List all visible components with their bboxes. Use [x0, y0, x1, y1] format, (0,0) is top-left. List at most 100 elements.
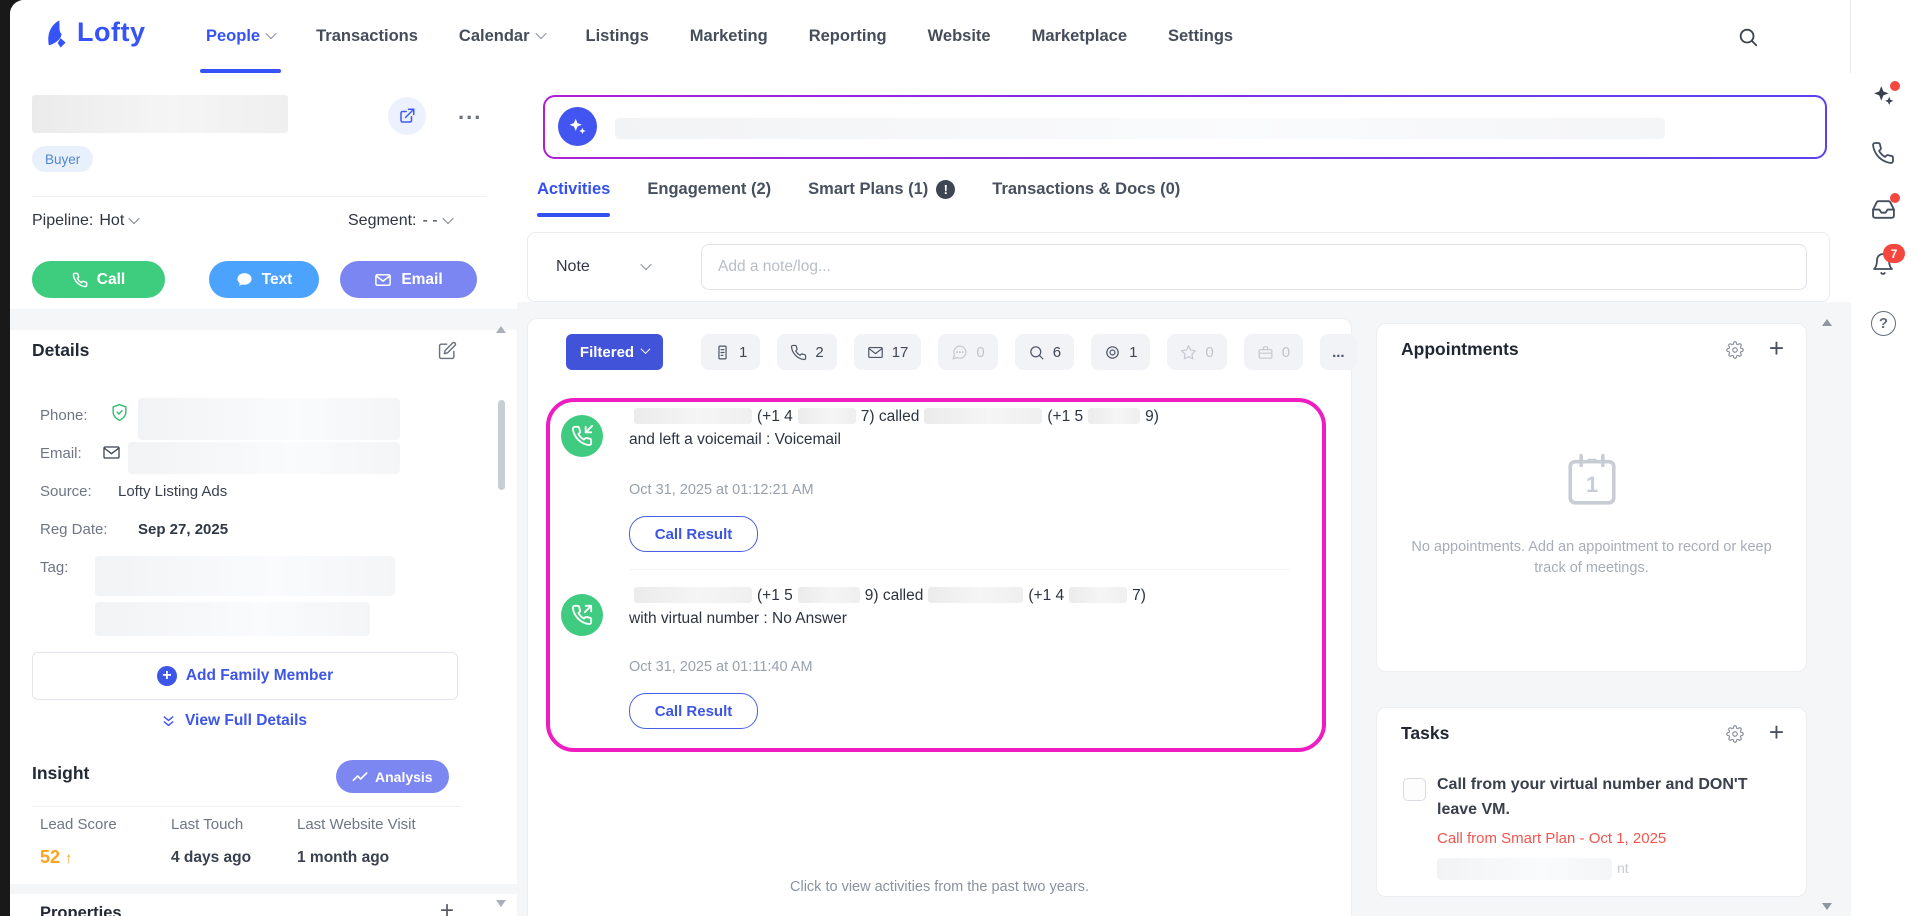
share-contact-button[interactable] [388, 97, 426, 135]
nav-item-calendar[interactable]: Calendar [459, 0, 545, 73]
source-label: Source: [40, 483, 92, 500]
filter-chip-showings[interactable]: 0 [1244, 334, 1303, 370]
filter-chip-favorites[interactable]: 0 [1167, 334, 1226, 370]
email-value-redacted [128, 442, 400, 474]
nav-item-marketplace[interactable]: Marketplace [1032, 0, 1127, 73]
nav-item-transactions[interactable]: Transactions [316, 0, 418, 73]
gear-icon[interactable] [1726, 341, 1744, 359]
note-icon [714, 344, 731, 361]
caller-name-redacted [634, 587, 752, 603]
svg-text:1: 1 [1586, 472, 1598, 497]
source-value: Lofty Listing Ads [118, 483, 227, 500]
ai-assistant-input[interactable] [543, 95, 1827, 159]
filter-chip-website-views[interactable]: 1 [1091, 334, 1150, 370]
help-icon[interactable]: ? [1871, 311, 1896, 336]
segment-selector[interactable]: Segment: - - [348, 212, 452, 230]
plus-icon: + [157, 666, 177, 686]
appointments-title: Appointments [1401, 339, 1519, 360]
task-text: Call from your virtual number and DON'T … [1437, 772, 1787, 822]
view-full-details-link[interactable]: View Full Details [160, 712, 307, 730]
gear-icon[interactable] [1726, 725, 1744, 743]
task-assignee-fragment: nt [1617, 860, 1629, 876]
phone-digits-redacted [1088, 408, 1140, 424]
scrollbar-down-arrow[interactable] [496, 900, 506, 907]
add-appointment-button[interactable]: + [1769, 335, 1784, 361]
activity-filter-chips: 1 2 17 0 6 [701, 334, 1357, 370]
scrollbar-up-arrow[interactable] [496, 326, 506, 333]
call-result-button[interactable]: Call Result [629, 516, 758, 552]
lofty-logo[interactable]: Lofty [40, 17, 145, 48]
scrollbar-down-arrow[interactable] [1822, 903, 1832, 910]
filter-chip-messages[interactable]: 0 [938, 334, 997, 370]
contact-more-button[interactable]: ... [458, 99, 482, 125]
filter-chip-more[interactable]: ... [1320, 334, 1357, 370]
add-property-button[interactable]: + [440, 897, 454, 916]
insight-title: Insight [32, 763, 89, 784]
phone-value-redacted [138, 398, 400, 440]
last-website-visit-label: Last Website Visit [297, 816, 416, 833]
nav-item-reporting[interactable]: Reporting [809, 0, 887, 73]
lofty-logo-text: Lofty [77, 17, 145, 48]
filter-chip-emails[interactable]: 17 [854, 334, 922, 370]
scrollbar-up-arrow[interactable] [1822, 319, 1832, 326]
load-more-activities-hint[interactable]: Click to view activities from the past t… [528, 879, 1351, 895]
divider [32, 806, 461, 807]
chevron-down-icon [640, 258, 651, 269]
tab-smart-plans[interactable]: Smart Plans (1)! [808, 180, 955, 217]
envelope-icon [374, 271, 392, 289]
note-type-select[interactable]: Note [556, 233, 650, 301]
divider [629, 569, 1289, 570]
note-input[interactable] [701, 244, 1807, 290]
tab-engagement[interactable]: Engagement (2) [647, 180, 771, 217]
appointments-empty-text: No appointments. Add an appointment to r… [1405, 537, 1778, 579]
search-icon[interactable] [1737, 26, 1759, 48]
filtered-button[interactable]: Filtered [566, 334, 663, 370]
dialer-phone-icon[interactable] [1871, 141, 1897, 167]
nav-item-website[interactable]: Website [928, 0, 991, 73]
nav-item-listings[interactable]: Listings [586, 0, 649, 73]
tab-transactions-docs[interactable]: Transactions & Docs (0) [992, 180, 1180, 217]
envelope-icon [102, 443, 121, 462]
pipeline-selector[interactable]: Pipeline: Hot [32, 212, 138, 230]
ai-assistant-input-inner [545, 97, 1825, 157]
lofty-logo-icon [40, 18, 70, 48]
filter-chip-searches[interactable]: 6 [1015, 334, 1074, 370]
add-task-button[interactable]: + [1769, 719, 1784, 745]
reg-date-label: Reg Date: [40, 521, 108, 538]
call-button[interactable]: Call [32, 261, 165, 298]
email-label: Email: [40, 445, 82, 462]
tasks-card: Tasks + Call from your virtual number an… [1376, 707, 1807, 897]
tab-activities[interactable]: Activities [537, 180, 610, 217]
inbox-icon[interactable] [1871, 197, 1897, 223]
filter-chip-calls[interactable]: 2 [777, 334, 836, 370]
contact-type-badge: Buyer [32, 146, 93, 172]
nav-item-marketing[interactable]: Marketing [690, 0, 768, 73]
filter-chip-notes[interactable]: 1 [701, 334, 760, 370]
chat-bubble-icon [951, 344, 968, 361]
nav-item-settings[interactable]: Settings [1168, 0, 1233, 73]
text-button[interactable]: Text [209, 261, 319, 298]
tag-value-redacted [95, 556, 395, 596]
scrollbar-thumb[interactable] [498, 400, 505, 490]
right-utility-rail: 7 ? [1850, 0, 1915, 916]
notification-dot [1890, 193, 1900, 203]
nav-item-people[interactable]: People [206, 0, 275, 73]
bell-icon[interactable]: 7 [1871, 252, 1897, 278]
email-button[interactable]: Email [340, 261, 477, 298]
external-link-icon [398, 107, 416, 125]
chevron-down-icon [535, 27, 546, 38]
ai-sparkle-icon [558, 107, 597, 146]
detail-tabs: Activities Engagement (2) Smart Plans (1… [537, 180, 1180, 222]
edit-details-icon[interactable] [438, 341, 457, 360]
ai-assistant-icon[interactable] [1871, 84, 1897, 110]
task-assignee-redacted [1437, 858, 1612, 880]
app-window: Lofty People Transactions Calendar Listi… [10, 0, 1915, 916]
nav-items: People Transactions Calendar Listings Ma… [206, 0, 1233, 73]
last-touch-label: Last Touch [171, 816, 243, 833]
call-result-button[interactable]: Call Result [629, 693, 758, 729]
callee-name-redacted [924, 408, 1042, 424]
appointments-card: Appointments + 1 No appointments. Add an… [1376, 323, 1807, 672]
add-family-member-button[interactable]: + Add Family Member [32, 652, 458, 700]
analysis-button[interactable]: Analysis [336, 760, 449, 793]
task-checkbox[interactable] [1403, 778, 1426, 801]
